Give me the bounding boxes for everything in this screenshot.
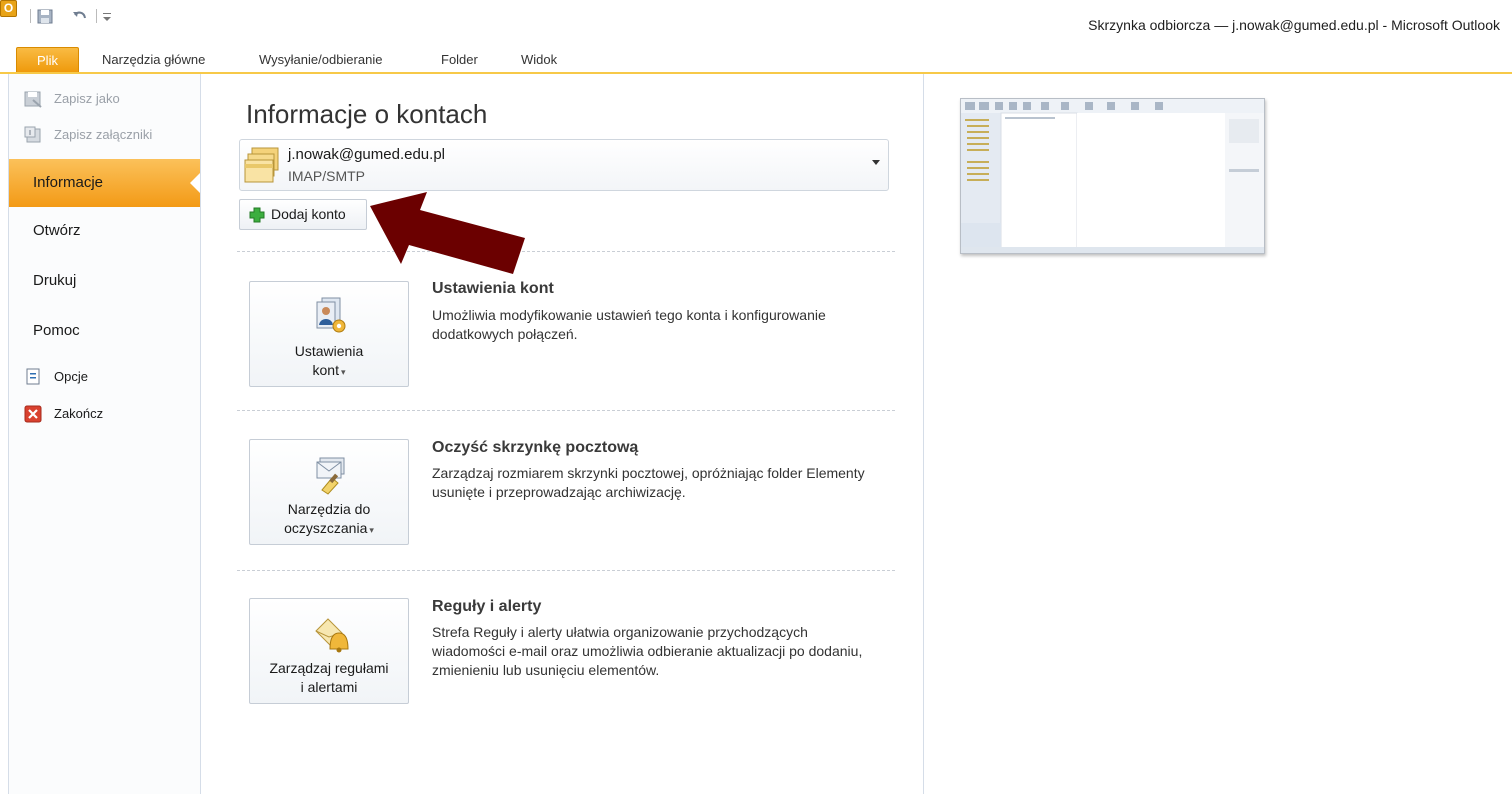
window-title: Skrzynka odbiorcza — j.nowak@gumed.edu.p… bbox=[1088, 17, 1500, 33]
manage-rules-label-2: i alertami bbox=[300, 679, 358, 695]
add-plus-icon bbox=[249, 207, 265, 223]
quick-access-separator bbox=[30, 9, 31, 23]
nav-save-attachments-label: Zapisz załączniki bbox=[54, 127, 153, 142]
exit-icon bbox=[24, 405, 42, 423]
rules-alerts-icon bbox=[315, 618, 349, 653]
undo-icon[interactable] bbox=[72, 9, 88, 24]
cleanup-mailbox-description: Zarządzaj rozmiarem skrzynki pocztowej, … bbox=[432, 465, 865, 500]
dropdown-caret-icon: ▾ bbox=[369, 525, 374, 535]
page-title: Informacje o kontach bbox=[246, 99, 488, 129]
quick-access-separator bbox=[96, 9, 97, 23]
manage-rules-label-1: Zarządzaj regułami bbox=[269, 660, 389, 676]
nav-save-as-label: Zapisz jako bbox=[54, 91, 120, 106]
section-divider bbox=[237, 251, 895, 252]
cleanup-tools-label-2: oczyszczania bbox=[284, 520, 368, 536]
manage-rules-alerts-button[interactable]: Zarządzaj regułami i alertami bbox=[249, 598, 409, 704]
preview-screenshot bbox=[961, 99, 1264, 254]
save-as-icon bbox=[24, 91, 42, 108]
tab-folder[interactable]: Folder bbox=[441, 47, 478, 72]
mailbox-preview-thumbnail bbox=[960, 98, 1265, 254]
nav-options-label: Opcje bbox=[54, 369, 88, 384]
title-bar: O Skrzynka odbiorcza — j.nowak@gumed.edu… bbox=[0, 0, 1512, 44]
save-icon[interactable] bbox=[37, 9, 53, 24]
options-icon bbox=[26, 368, 40, 385]
cleanup-mailbox-title: Oczyść skrzynkę pocztową bbox=[432, 439, 639, 456]
tab-file[interactable]: Plik bbox=[16, 47, 79, 72]
account-settings-label-2: kont bbox=[312, 362, 339, 378]
tab-send-receive[interactable]: Wysyłanie/odbieranie bbox=[259, 47, 382, 72]
rules-alerts-title: Reguły i alerty bbox=[432, 598, 542, 615]
nav-help[interactable]: Pomoc bbox=[33, 322, 80, 339]
account-settings-title: Ustawienia kont bbox=[432, 280, 554, 297]
nav-print[interactable]: Drukuj bbox=[33, 272, 76, 289]
tab-view[interactable]: Widok bbox=[521, 47, 557, 72]
selection-notch bbox=[190, 173, 200, 193]
cleanup-tools-button[interactable]: Narzędzia do oczyszczania ▾ bbox=[249, 439, 409, 545]
account-email: j.nowak@gumed.edu.pl bbox=[288, 146, 445, 163]
account-settings-description: Umożliwia modyfikowanie ustawień tego ko… bbox=[432, 307, 826, 342]
section-divider bbox=[237, 410, 895, 411]
ribbon-tabs bbox=[0, 44, 1512, 74]
save-attachments-icon bbox=[24, 126, 41, 143]
account-settings-button[interactable]: Ustawienia kont ▾ bbox=[249, 281, 409, 387]
dropdown-caret-icon: ▾ bbox=[340, 367, 346, 377]
account-settings-label-1: Ustawienia bbox=[294, 343, 364, 359]
account-folders-icon bbox=[244, 147, 279, 183]
cleanup-tools-label-1: Narzędzia do bbox=[287, 501, 371, 517]
chevron-down-icon[interactable] bbox=[872, 160, 880, 165]
account-settings-icon bbox=[316, 297, 346, 333]
add-account-button[interactable]: Dodaj konto bbox=[239, 199, 367, 230]
nav-exit-label: Zakończ bbox=[54, 406, 104, 421]
nav-info-label: Informacje bbox=[33, 174, 104, 191]
rules-alerts-description: Strefa Reguły i alerty ułatwia organizow… bbox=[432, 624, 863, 678]
cleanup-tools-icon bbox=[316, 457, 345, 495]
add-account-label: Dodaj konto bbox=[271, 206, 346, 222]
customize-quick-access-icon[interactable] bbox=[102, 9, 112, 23]
nav-open[interactable]: Otwórz bbox=[33, 222, 81, 239]
annotation-arrow bbox=[370, 192, 525, 274]
account-type: IMAP/SMTP bbox=[288, 168, 366, 184]
tab-home[interactable]: Narzędzia główne bbox=[102, 47, 205, 72]
outlook-app-icon[interactable]: O bbox=[0, 0, 17, 17]
nav-info[interactable]: Informacje bbox=[9, 159, 200, 207]
section-divider bbox=[237, 570, 895, 571]
